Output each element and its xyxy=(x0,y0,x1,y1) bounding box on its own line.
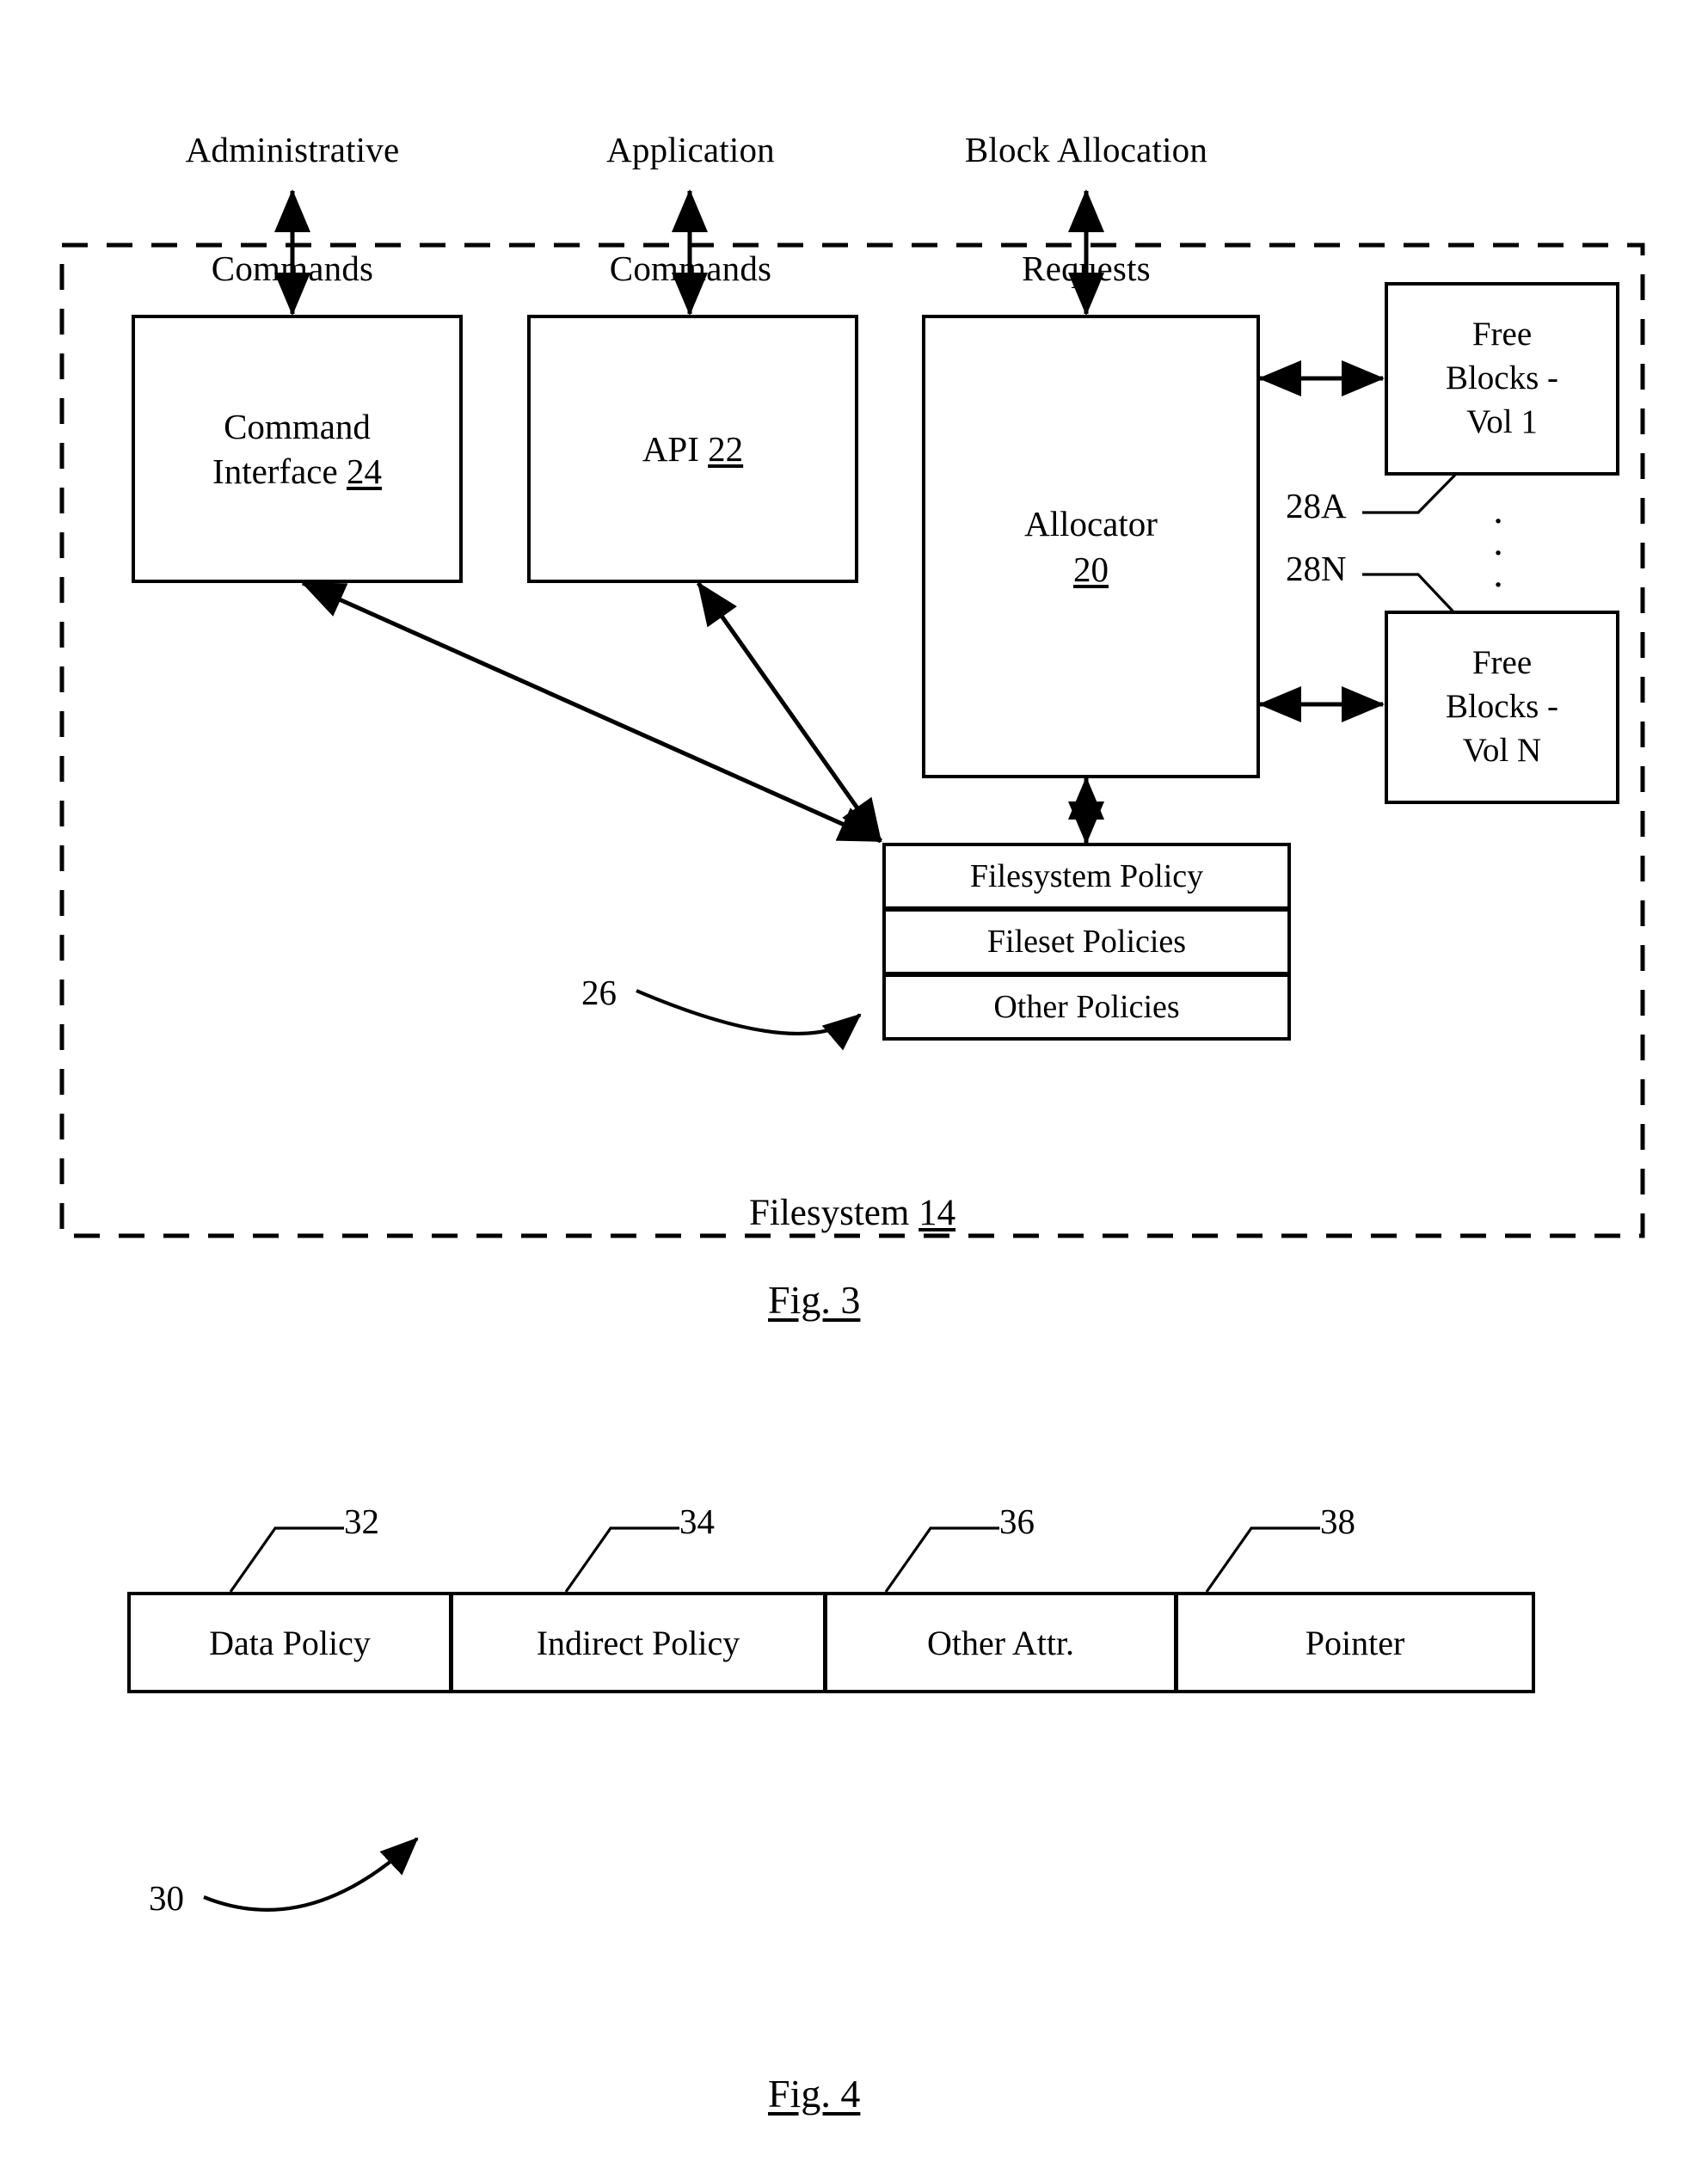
patent-figure-sheet: Administrative Commands Application Comm… xyxy=(0,0,1708,2174)
free-voln-line2: Blocks - xyxy=(1445,688,1559,726)
api-line1: API xyxy=(642,428,699,469)
api-ref: 22 xyxy=(708,428,744,469)
api-line1-wrap: API 22 xyxy=(642,427,743,471)
allocator-ref: 20 xyxy=(1073,549,1109,589)
filesystem-label-ref: 14 xyxy=(919,1193,956,1233)
leader-26 xyxy=(636,989,862,1051)
command-interface-line1: Command xyxy=(224,406,371,446)
filesystem-policy-label: Filesystem Policy xyxy=(969,858,1204,894)
pointer-label: Pointer xyxy=(1305,1623,1405,1662)
block-api[interactable]: API 22 xyxy=(527,315,858,583)
leader-30 xyxy=(203,1837,419,1912)
free-blocks-vol-n-label: Free Blocks - Vol N xyxy=(1446,642,1558,772)
block-free-blocks-vol-1[interactable]: Free Blocks - Vol 1 xyxy=(1385,282,1619,476)
leader-36 xyxy=(884,1526,999,1593)
admin-commands-line1: Administrative xyxy=(185,129,400,169)
data-policy-label: Data Policy xyxy=(209,1623,371,1662)
block-command-interface[interactable]: Command Interface 24 xyxy=(132,315,463,583)
free-blocks-vol-1-label: Free Blocks - Vol 1 xyxy=(1446,313,1558,444)
block-free-blocks-vol-n[interactable]: Free Blocks - Vol N xyxy=(1385,611,1619,804)
arrow-command-interface-to-policies xyxy=(301,580,882,844)
figure-3-caption: Fig. 3 xyxy=(768,1278,861,1322)
command-interface-line2: Interface xyxy=(212,451,338,491)
ref-30: 30 xyxy=(149,1878,184,1918)
application-commands-line1: Application xyxy=(606,129,775,169)
field-data-policy[interactable]: Data Policy xyxy=(127,1592,452,1693)
field-indirect-policy[interactable]: Indirect Policy xyxy=(450,1592,826,1693)
free-voln-line1: Free xyxy=(1471,644,1533,682)
allocator-line1: Allocator xyxy=(1024,504,1158,544)
leader-38 xyxy=(1205,1526,1320,1593)
ref-34: 34 xyxy=(679,1502,715,1541)
leader-34 xyxy=(564,1526,679,1593)
command-interface-line2-wrap: Interface 24 xyxy=(212,449,382,494)
ref-36: 36 xyxy=(999,1502,1035,1541)
api-label: API 22 xyxy=(642,427,743,471)
application-commands-line2: Commands xyxy=(609,248,772,288)
field-pointer[interactable]: Pointer xyxy=(1175,1592,1535,1693)
leader-32 xyxy=(229,1526,344,1593)
policy-row-fileset-policies[interactable]: Fileset Policies xyxy=(882,908,1291,975)
vertical-ellipsis-free-blocks: · · · xyxy=(1472,501,1524,606)
command-interface-ref: 24 xyxy=(346,451,382,491)
policy-row-filesystem-policy[interactable]: Filesystem Policy xyxy=(882,843,1291,910)
figure-4-caption: Fig. 4 xyxy=(768,2072,861,2116)
ref-38: 38 xyxy=(1320,1502,1355,1541)
free-voln-line3: Vol N xyxy=(1462,731,1542,769)
ref-28a: 28A xyxy=(1286,486,1347,525)
admin-commands-line2: Commands xyxy=(211,248,374,288)
free-vol1-line1: Free xyxy=(1471,316,1533,353)
block-allocation-line1: Block Allocation xyxy=(964,129,1208,169)
field-other-attr[interactable]: Other Attr. xyxy=(824,1592,1177,1693)
free-vol1-line2: Blocks - xyxy=(1445,359,1559,397)
command-interface-label: Command Interface 24 xyxy=(212,404,382,494)
other-attr-label: Other Attr. xyxy=(926,1623,1075,1662)
fileset-policies-label: Fileset Policies xyxy=(986,924,1187,960)
ellipsis-dot-3: · xyxy=(1491,562,1505,606)
allocator-label: Allocator 20 xyxy=(1024,501,1158,592)
filesystem-label-text: Filesystem xyxy=(749,1193,910,1233)
other-policies-label: Other Policies xyxy=(993,989,1180,1025)
ref-26: 26 xyxy=(581,973,617,1012)
block-allocator[interactable]: Allocator 20 xyxy=(922,315,1260,778)
policy-row-other-policies[interactable]: Other Policies xyxy=(882,973,1291,1041)
free-vol1-line3: Vol 1 xyxy=(1466,402,1538,440)
filesystem-container-label: Filesystem 14 xyxy=(712,1150,955,1276)
block-allocation-line2: Requests xyxy=(1022,248,1151,288)
ref-32: 32 xyxy=(344,1502,379,1541)
arrow-api-to-policies xyxy=(696,581,883,843)
ref-28n: 28N xyxy=(1286,549,1347,588)
indirect-policy-label: Indirect Policy xyxy=(536,1623,740,1662)
